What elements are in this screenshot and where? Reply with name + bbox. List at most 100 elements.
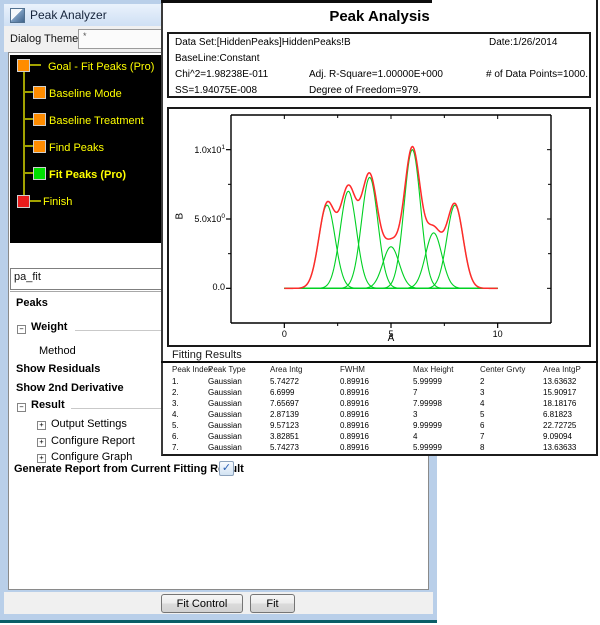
wizard-step-baseline-treatment[interactable]: Baseline Treatment [49, 115, 144, 127]
window-icon [10, 8, 25, 23]
wizard-step-goal[interactable]: Goal - Fit Peaks (Pro) [48, 61, 154, 73]
stat-dof: Degree of Freedom=979. [309, 85, 421, 96]
table-cell: 7 [480, 432, 484, 441]
y-tick-label: 1.0x101 [194, 144, 225, 155]
settings-show-2nd-derivative: Show 2nd Derivative [16, 382, 124, 394]
settings-output-settings[interactable]: Output Settings [51, 418, 127, 430]
wizard-step-icon-goal[interactable] [17, 59, 30, 72]
expand-configure-graph-icon[interactable] [37, 454, 46, 463]
y-axis-label: B [175, 206, 186, 220]
stat-chi2: Chi^2=1.98238E-011 [175, 69, 268, 80]
table-cell: Gaussian [208, 399, 242, 408]
wizard-step-finish[interactable]: Finish [43, 196, 72, 208]
component-curve [284, 191, 497, 288]
generate-report-label: Generate Report from Current Fitting Res… [14, 463, 244, 475]
table-cell: 13.63633 [543, 443, 576, 452]
table-cell: 0.89916 [340, 410, 369, 419]
fit-chart: 0.05.0x1001.0x101 0510 B A [167, 107, 591, 347]
wizard-connector-line [30, 64, 41, 66]
wizard-step-fit-peaks[interactable]: Fit Peaks (Pro) [49, 169, 126, 181]
wizard-step-baseline-mode[interactable]: Baseline Mode [49, 88, 122, 100]
settings-method-label: Method [39, 345, 76, 357]
table-cell: 3 [480, 388, 484, 397]
table-cell: 4. [172, 410, 179, 419]
table-cell: 7. [172, 443, 179, 452]
settings-configure-graph[interactable]: Configure Graph [51, 451, 132, 463]
stat-ss: SS=1.94075E-008 [175, 85, 257, 96]
wizard-step-icon-find-peaks[interactable] [33, 140, 46, 153]
table-column-header: Area Intg [270, 365, 302, 374]
fitting-results-heading: Fitting Results [172, 349, 242, 361]
table-cell: 15.90917 [543, 388, 576, 397]
fit-control-button[interactable]: Fit Control [161, 594, 243, 613]
collapse-weight-icon[interactable] [17, 325, 26, 334]
table-cell: 5.99999 [413, 377, 442, 386]
stat-data-points: # of Data Points=1000. [486, 69, 588, 80]
table-cell: 13.63632 [543, 377, 576, 386]
component-curve [284, 233, 497, 288]
x-tick-label: 0 [264, 329, 304, 339]
component-curve [284, 177, 497, 288]
settings-show-residuals: Show Residuals [16, 363, 100, 375]
wizard-step-icon-baseline-treatment[interactable] [33, 113, 46, 126]
y-tick-label: 0.0 [212, 282, 225, 292]
table-cell: 2.87139 [270, 410, 299, 419]
table-cell: Gaussian [208, 443, 242, 452]
fitting-results-table: Peak IndexPeak TypeArea IntgFWHMMax Heig… [163, 364, 596, 454]
table-cell: 2 [480, 377, 484, 386]
table-column-header: Peak Index [172, 365, 212, 374]
wizard-step-icon-baseline-mode[interactable] [33, 86, 46, 99]
wizard-connector-line [23, 91, 33, 93]
table-cell: Gaussian [208, 377, 242, 386]
wizard-connector-line [23, 172, 33, 174]
settings-result-group[interactable]: Result [31, 399, 65, 411]
table-cell: 18.18176 [543, 399, 576, 408]
wizard-connector-line [23, 118, 33, 120]
table-cell: 5 [480, 410, 484, 419]
table-cell: 22.72725 [543, 421, 576, 430]
table-cell: 7.99998 [413, 399, 442, 408]
wizard-step-icon-fit-peaks[interactable] [33, 167, 46, 180]
table-cell: Gaussian [208, 432, 242, 441]
report-top-edge [161, 0, 432, 3]
expand-configure-report-icon[interactable] [37, 438, 46, 447]
table-cell: 3. [172, 399, 179, 408]
table-column-header: Peak Type [208, 365, 246, 374]
stat-data-set: Data Set:[HiddenPeaks]HiddenPeaks!B [175, 37, 351, 48]
stat-date: Date:1/26/2014 [489, 37, 557, 48]
generate-report-checkbox[interactable]: ✓ [219, 461, 234, 476]
table-cell: 9.09094 [543, 432, 572, 441]
table-cell: 3 [413, 410, 417, 419]
table-column-header: FWHM [340, 365, 365, 374]
table-cell: 0.89916 [340, 377, 369, 386]
collapse-result-icon[interactable] [17, 403, 26, 412]
dialog-button-row: Fit Control Fit [4, 592, 433, 614]
wizard-step-icon-finish[interactable] [17, 195, 30, 208]
table-cell: 6.6999 [270, 388, 294, 397]
table-cell: 0.89916 [340, 388, 369, 397]
table-cell: 0.89916 [340, 421, 369, 430]
x-axis-label: A [371, 333, 411, 344]
report-stats-box: Data Set:[HiddenPeaks]HiddenPeaks!B Date… [167, 32, 591, 98]
expand-output-settings-icon[interactable] [37, 421, 46, 430]
table-cell: 6. [172, 432, 179, 441]
fit-chart-plot [169, 109, 589, 345]
report-title: Peak Analysis [163, 8, 596, 25]
x-tick-label: 10 [478, 329, 518, 339]
wizard-connector-line [23, 145, 33, 147]
wizard-step-find-peaks[interactable]: Find Peaks [49, 142, 104, 154]
fit-button[interactable]: Fit [250, 594, 295, 613]
settings-weight-group[interactable]: Weight [31, 321, 67, 333]
table-cell: 5.99999 [413, 443, 442, 452]
table-cell: 5. [172, 421, 179, 430]
table-cell: 0.89916 [340, 399, 369, 408]
dialog-title: Peak Analyzer [30, 8, 107, 22]
table-cell: 4 [413, 432, 417, 441]
wizard-connector-line [30, 200, 41, 202]
stat-baseline: BaseLine:Constant [175, 53, 260, 64]
table-cell: 4 [480, 399, 484, 408]
dialog-theme-label: Dialog Theme [10, 33, 78, 45]
settings-configure-report[interactable]: Configure Report [51, 435, 135, 447]
table-cell: 9.57123 [270, 421, 299, 430]
table-column-header: Area IntgP [543, 365, 581, 374]
